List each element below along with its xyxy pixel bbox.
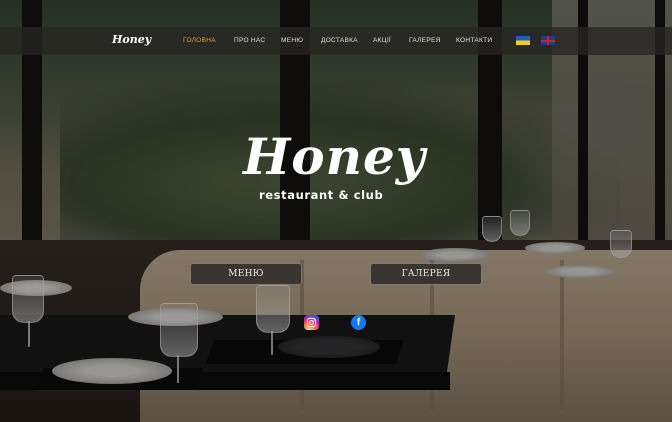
nav-item-about[interactable]: ПРО НАС bbox=[234, 37, 265, 44]
hero-title: Honey bbox=[243, 127, 426, 186]
background-photo bbox=[0, 0, 672, 422]
facebook-glyph: f bbox=[356, 317, 361, 328]
nav-item-home[interactable]: ГОЛОВНА bbox=[183, 37, 216, 44]
nav-item-gallery[interactable]: ГАЛЕРЕЯ bbox=[409, 37, 441, 44]
instagram-icon[interactable] bbox=[304, 315, 319, 330]
facebook-icon[interactable]: f bbox=[351, 315, 366, 330]
ukraine-flag-icon[interactable] bbox=[516, 36, 530, 45]
nav-item-delivery[interactable]: ДОСТАВКА bbox=[321, 37, 358, 44]
nav-item-menu[interactable]: МЕНЮ bbox=[281, 37, 303, 44]
site-logo[interactable]: Honey bbox=[112, 33, 151, 46]
gallery-button[interactable]: ГАЛЕРЕЯ bbox=[370, 263, 482, 285]
menu-button[interactable]: МЕНЮ bbox=[190, 263, 302, 285]
instagram-glyph bbox=[306, 317, 317, 328]
uk-flag-icon[interactable] bbox=[541, 36, 555, 45]
hero-subtitle: restaurant & club bbox=[259, 188, 384, 202]
nav-item-contacts[interactable]: КОНТАКТИ bbox=[456, 37, 492, 44]
nav-item-promotions[interactable]: АКЦІЇ bbox=[373, 37, 391, 44]
